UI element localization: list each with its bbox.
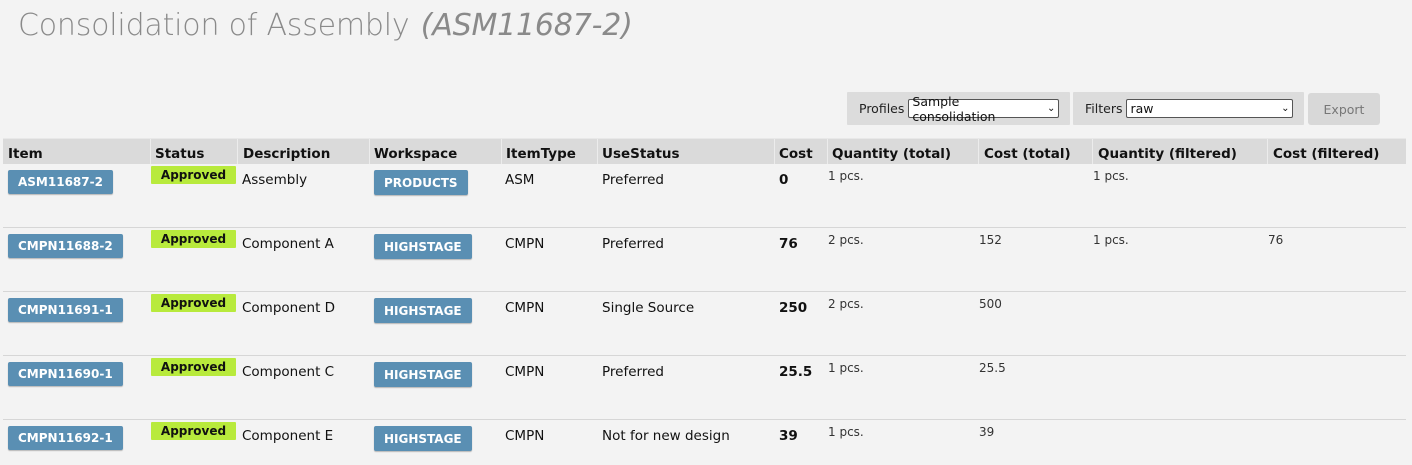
chevron-down-icon: ⌄ [1281, 103, 1290, 114]
status-badge: Approved [151, 358, 236, 376]
usestatus-cell: Preferred [602, 236, 664, 252]
cost-cell: 0 [779, 172, 789, 188]
table-row: CMPN11690-1 Approved Component C HIGHSTA… [3, 356, 1406, 420]
header-item[interactable]: Item [8, 146, 43, 162]
column-divider [827, 139, 828, 164]
quantity-total-cell: 2 pcs. [828, 297, 864, 311]
header-status[interactable]: Status [155, 146, 204, 162]
usestatus-cell: Single Source [602, 300, 695, 316]
cost-total-cell: 152 [979, 233, 1002, 247]
itemtype-cell: CMPN [505, 428, 545, 444]
workspace-button[interactable]: HIGHSTAGE [374, 426, 472, 451]
header-cost-filtered[interactable]: Cost (filtered) [1273, 146, 1379, 162]
table-header: Item Status Description Workspace ItemTy… [3, 138, 1406, 164]
quantity-total-cell: 1 pcs. [828, 169, 864, 183]
cost-total-cell: 25.5 [979, 361, 1006, 375]
usestatus-cell: Preferred [602, 364, 664, 380]
workspace-button[interactable]: HIGHSTAGE [374, 298, 472, 323]
column-divider [1267, 139, 1268, 164]
header-workspace[interactable]: Workspace [374, 146, 457, 162]
workspace-button[interactable]: HIGHSTAGE [374, 234, 472, 259]
export-button[interactable]: Export [1308, 93, 1380, 125]
table-row: ASM11687-2 Approved Assembly PRODUCTS AS… [3, 164, 1406, 228]
filters-select-value: raw [1130, 101, 1154, 116]
column-divider [501, 139, 502, 164]
usestatus-cell: Not for new design [602, 428, 730, 444]
cost-total-cell: 500 [979, 297, 1002, 311]
status-badge: Approved [151, 422, 236, 440]
description-cell: Component A [242, 236, 334, 252]
itemtype-cell: ASM [505, 172, 535, 188]
consolidation-page: Consolidation of Assembly (ASM11687-2) P… [0, 0, 1412, 465]
filters-label: Filters [1085, 101, 1123, 116]
quantity-filtered-cell: 1 pcs. [1093, 169, 1129, 183]
cost-total-cell: 39 [979, 425, 995, 439]
header-cost-total[interactable]: Cost (total) [984, 146, 1071, 162]
cost-filtered-cell: 76 [1268, 233, 1284, 247]
quantity-total-cell: 2 pcs. [828, 233, 864, 247]
page-title-code: (ASM11687-2) [420, 8, 633, 43]
header-cost[interactable]: Cost [779, 146, 813, 162]
cost-cell: 25.5 [779, 364, 813, 380]
itemtype-cell: CMPN [505, 364, 545, 380]
description-cell: Component E [242, 428, 334, 444]
workspace-button[interactable]: HIGHSTAGE [374, 362, 472, 387]
item-button[interactable]: CMPN11691-1 [8, 298, 123, 322]
status-badge: Approved [151, 166, 236, 184]
item-button[interactable]: CMPN11692-1 [8, 426, 123, 450]
cost-cell: 39 [779, 428, 798, 444]
item-button[interactable]: CMPN11688-2 [8, 234, 123, 258]
usestatus-cell: Preferred [602, 172, 664, 188]
itemtype-cell: CMPN [505, 300, 545, 316]
quantity-total-cell: 1 pcs. [828, 425, 864, 439]
column-divider [774, 139, 775, 164]
description-cell: Component C [242, 364, 335, 380]
header-quantity-filtered[interactable]: Quantity (filtered) [1098, 146, 1237, 162]
cost-cell: 76 [779, 236, 798, 252]
status-badge: Approved [151, 294, 236, 312]
quantity-total-cell: 1 pcs. [828, 361, 864, 375]
filters-select[interactable]: raw ⌄ [1126, 99, 1294, 118]
column-divider [237, 139, 238, 164]
table-row: CMPN11692-1 Approved Component E HIGHSTA… [3, 420, 1406, 465]
profiles-label: Profiles [859, 101, 905, 116]
consolidation-table: Item Status Description Workspace ItemTy… [3, 138, 1406, 465]
table-row: CMPN11688-2 Approved Component A HIGHSTA… [3, 228, 1406, 292]
header-usestatus[interactable]: UseStatus [602, 146, 680, 162]
status-badge: Approved [151, 230, 236, 248]
filters-panel: Filters raw ⌄ [1073, 92, 1304, 125]
itemtype-cell: CMPN [505, 236, 545, 252]
item-button[interactable]: ASM11687-2 [8, 170, 113, 194]
cost-cell: 250 [779, 300, 808, 316]
description-cell: Component D [242, 300, 336, 316]
column-divider [978, 139, 979, 164]
table-row: CMPN11691-1 Approved Component D HIGHSTA… [3, 292, 1406, 356]
profiles-panel: Profiles Sample consolidation ⌄ [847, 92, 1070, 125]
column-divider [150, 139, 151, 164]
header-itemtype[interactable]: ItemType [506, 146, 576, 162]
page-title-text: Consolidation of Assembly [18, 8, 410, 43]
chevron-down-icon: ⌄ [1047, 103, 1056, 114]
profiles-select[interactable]: Sample consolidation ⌄ [908, 94, 1060, 124]
column-divider [597, 139, 598, 164]
workspace-button[interactable]: PRODUCTS [374, 170, 468, 195]
description-cell: Assembly [242, 172, 308, 188]
profiles-select-value: Sample consolidation [912, 93, 996, 124]
header-quantity-total[interactable]: Quantity (total) [832, 146, 951, 162]
column-divider [369, 139, 370, 164]
quantity-filtered-cell: 1 pcs. [1093, 233, 1129, 247]
page-title: Consolidation of Assembly (ASM11687-2) [18, 8, 633, 43]
item-button[interactable]: CMPN11690-1 [8, 362, 123, 386]
header-description[interactable]: Description [243, 146, 330, 162]
column-divider [1092, 139, 1093, 164]
